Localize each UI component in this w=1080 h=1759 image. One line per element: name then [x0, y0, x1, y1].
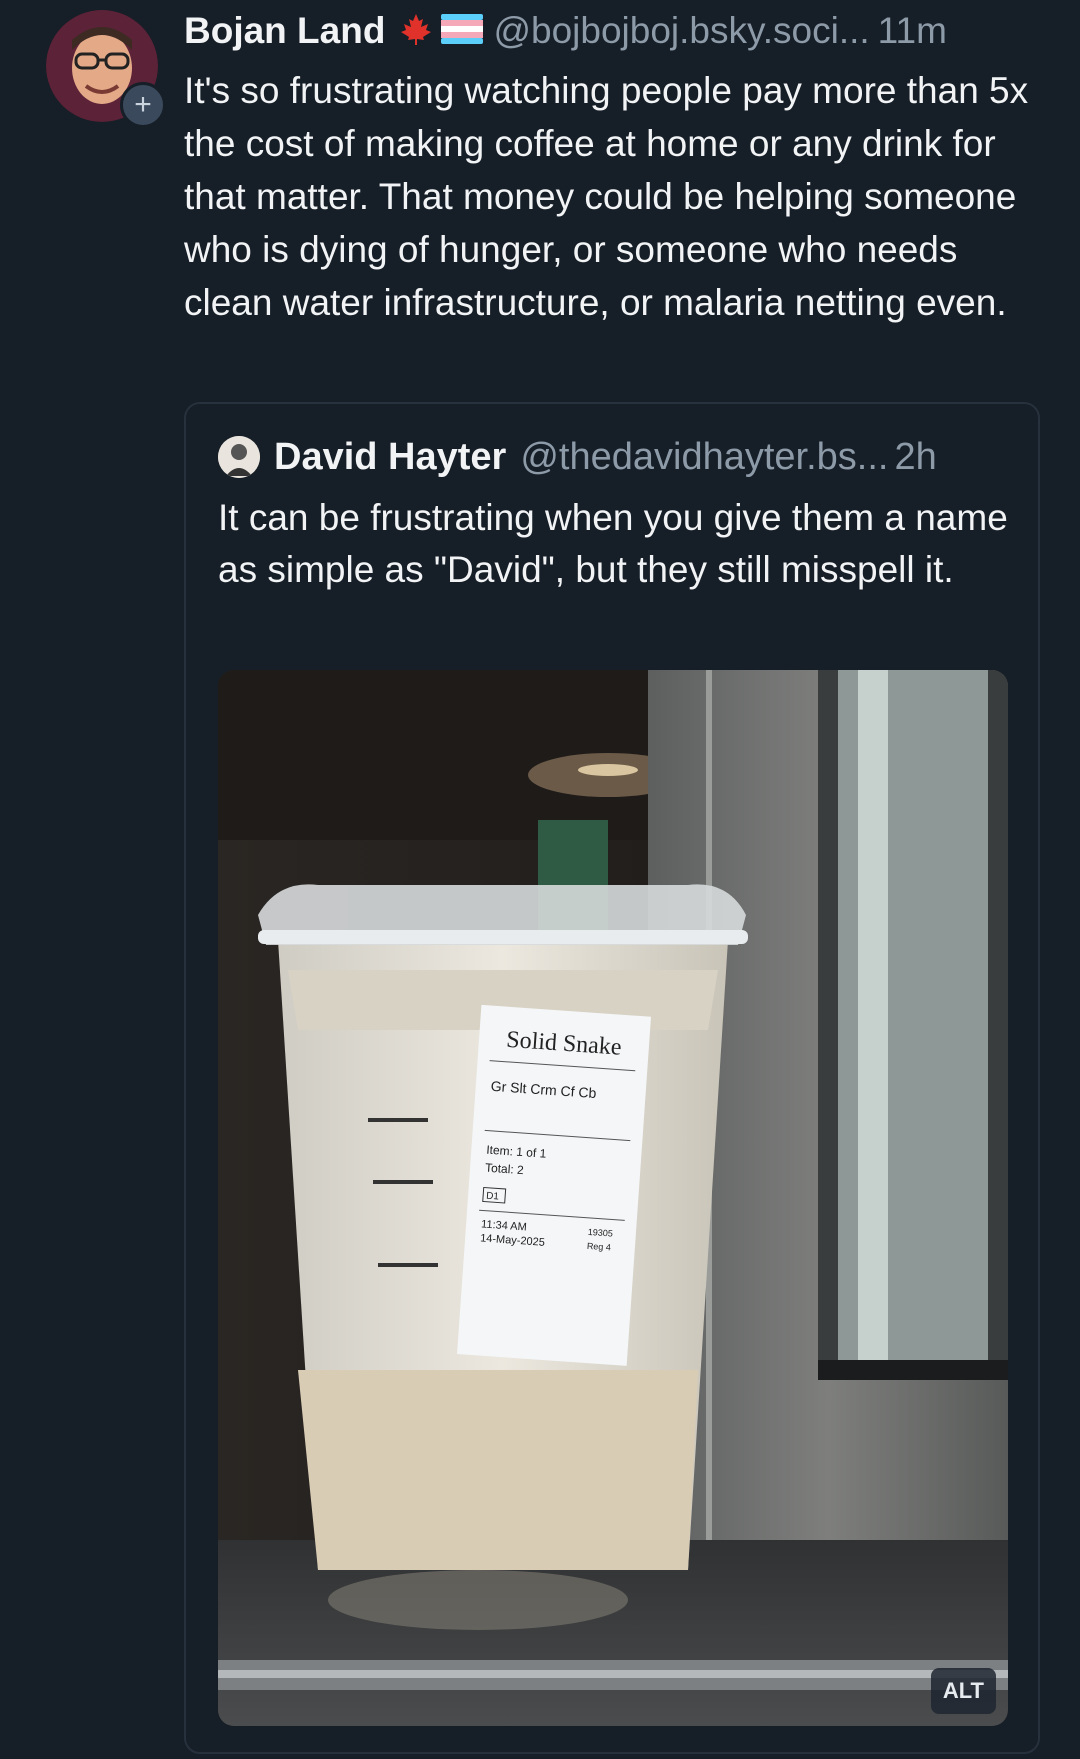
- quoted-author-avatar[interactable]: [218, 436, 260, 478]
- author-name[interactable]: Bojan Land: [184, 10, 385, 52]
- quoted-post-card[interactable]: David Hayter @thedavidhayter.bs... 2h It…: [184, 402, 1040, 1754]
- alt-text-button[interactable]: ALT: [930, 1668, 996, 1714]
- maple-leaf-icon: [399, 12, 433, 51]
- coffee-cup-photo: Solid Snake Gr Slt Crm Cf Cb Item: 1 of …: [218, 670, 1008, 1726]
- image-label-store: 19305: [588, 1227, 614, 1239]
- image-label-reg: Reg 4: [587, 1241, 612, 1253]
- post-header: Bojan Land @bojbojboj.bsky.soci... 11m: [184, 8, 1064, 54]
- author-handle[interactable]: @bojbojboj.bsky.soci...: [493, 10, 869, 52]
- quoted-post-image[interactable]: Solid Snake Gr Slt Crm Cf Cb Item: 1 of …: [218, 670, 1008, 1726]
- quoted-author-handle[interactable]: @thedavidhayter.bs...: [520, 436, 888, 479]
- quoted-post-header: David Hayter @thedavidhayter.bs... 2h: [218, 434, 1018, 480]
- image-label-total: Total: 2: [485, 1161, 525, 1178]
- follow-button[interactable]: +: [120, 82, 166, 128]
- quoted-post-text: It can be frustrating when you give them…: [218, 497, 1008, 590]
- author-avatar-container[interactable]: +: [46, 10, 166, 128]
- post-time[interactable]: 11m: [878, 10, 947, 52]
- trans-flag-icon: [441, 13, 484, 49]
- post-text: It's so frustrating watching people pay …: [184, 70, 1029, 323]
- quoted-post-time[interactable]: 2h: [894, 436, 936, 479]
- image-label-code: D1: [486, 1191, 500, 1203]
- post[interactable]: + Bojan Land @bojbojboj.bsky.soci... 11m…: [0, 0, 1080, 1759]
- quoted-author-name[interactable]: David Hayter: [274, 436, 506, 479]
